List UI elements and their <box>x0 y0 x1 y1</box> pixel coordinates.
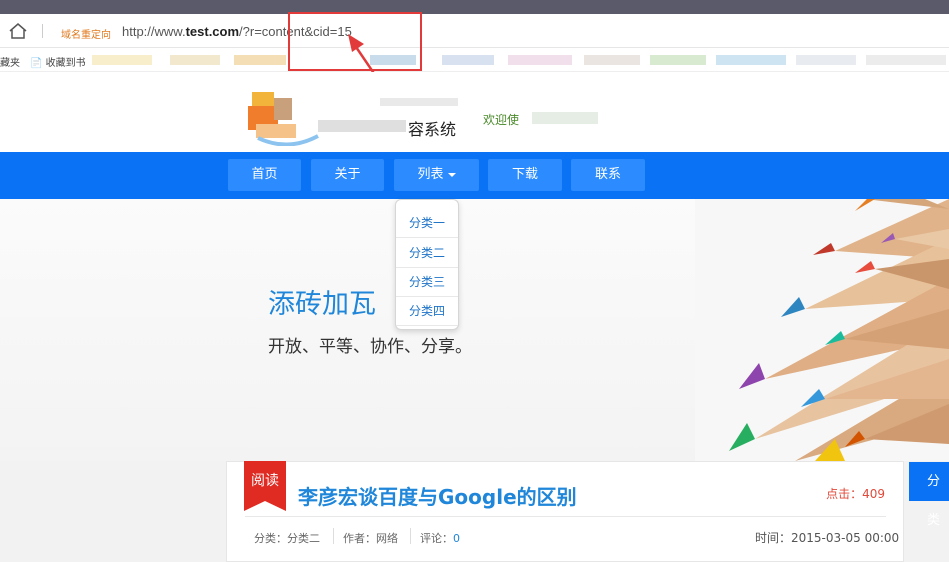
caret-down-icon <box>447 172 456 177</box>
blurred-bookmark[interactable] <box>234 55 286 65</box>
welcome-text: 欢迎使 <box>483 113 520 127</box>
home-icon[interactable] <box>8 22 28 40</box>
meta-category-value[interactable]: 分类二 <box>287 532 320 545</box>
meta-comments-label: 评论： <box>420 532 453 545</box>
meta-author: 作者：网络 <box>343 530 398 546</box>
nav-home[interactable]: 首页 <box>228 159 301 191</box>
meta-separator <box>410 528 411 544</box>
site-header <box>0 72 949 152</box>
time-value: 2015-03-05 00:00 <box>791 531 900 545</box>
blurred-bookmark[interactable] <box>716 55 786 65</box>
nav-download[interactable]: 下载 <box>488 159 562 191</box>
article-title-link[interactable]: 李彦宏谈百度与Google的区别 <box>298 481 577 510</box>
browser-title-bar <box>0 0 949 14</box>
bookmarks-folder[interactable]: 藏夹 <box>0 54 20 69</box>
meta-comments-value: 0 <box>453 532 460 545</box>
toolbar-separator <box>42 24 43 38</box>
sidebar-category-tab[interactable]: 分类 <box>909 462 949 528</box>
hits-label: 点击： <box>826 487 863 501</box>
nav-about[interactable]: 关于 <box>311 159 384 191</box>
article-time: 时间：2015-03-05 00:00 <box>755 529 899 546</box>
blurred-bookmark[interactable] <box>866 55 946 65</box>
dropdown-item-category-4[interactable]: 分类四 <box>396 296 458 326</box>
hits-value: 409 <box>862 487 885 501</box>
blurred-bookmark[interactable] <box>170 55 220 65</box>
address-bar: 域名重定向 http://www.test.com/?r=content&cid… <box>0 14 949 48</box>
main-navbar: 首页 关于 列表 下载 联系 <box>0 152 949 199</box>
blurred-bookmark[interactable] <box>442 55 494 65</box>
blurred-bookmark[interactable] <box>796 55 856 65</box>
blurred-bookmark[interactable] <box>650 55 706 65</box>
bookmarks-bar: 藏夹 📄 收藏到书 <box>0 48 949 72</box>
dropdown-item-category-3[interactable]: 分类三 <box>396 267 458 297</box>
site-logo-icon[interactable] <box>248 88 320 146</box>
bookmark-add[interactable]: 📄 收藏到书 <box>30 54 86 69</box>
hero-subtitle: 开放、平等、协作、分享。 <box>268 337 472 357</box>
blurred-bookmark[interactable] <box>508 55 572 65</box>
dropdown-item-category-1[interactable]: 分类一 <box>396 208 458 238</box>
logo-text-blurred <box>380 98 458 106</box>
time-label: 时间： <box>755 531 792 545</box>
meta-comments: 评论：0 <box>420 530 460 546</box>
meta-category: 分类：分类二 <box>254 530 320 546</box>
site-name: 容系统 <box>408 120 457 139</box>
nav-list[interactable]: 列表 <box>394 159 479 191</box>
bookmark-add-label: 收藏到书 <box>45 58 86 69</box>
nav-list-label: 列表 <box>417 167 444 182</box>
dropdown-item-category-2[interactable]: 分类二 <box>396 238 458 268</box>
meta-category-label: 分类： <box>254 532 287 545</box>
meta-separator <box>333 528 334 544</box>
hero-title: 添砖加瓦 <box>268 289 376 320</box>
meta-author-label: 作者： <box>343 532 376 545</box>
username-blurred <box>532 112 598 124</box>
blurred-bookmark[interactable] <box>584 55 640 65</box>
list-dropdown-menu: 分类一 分类二 分类三 分类四 <box>395 199 459 330</box>
article-divider <box>245 516 886 517</box>
article-card <box>226 461 904 562</box>
colored-pencils-image <box>695 199 949 461</box>
hits-count: 点击：409 <box>826 485 885 502</box>
nav-contact[interactable]: 联系 <box>571 159 645 191</box>
meta-author-value: 网络 <box>376 532 398 545</box>
read-tag-icon: 阅读 <box>244 461 286 511</box>
redirect-label[interactable]: 域名重定向 <box>61 26 111 41</box>
url-prefix: http://www. <box>122 24 186 39</box>
url-domain: test.com <box>185 24 240 39</box>
blurred-bookmark[interactable] <box>92 55 152 65</box>
read-tag-label: 阅读 <box>251 472 279 489</box>
logo-text-blurred <box>318 120 406 132</box>
